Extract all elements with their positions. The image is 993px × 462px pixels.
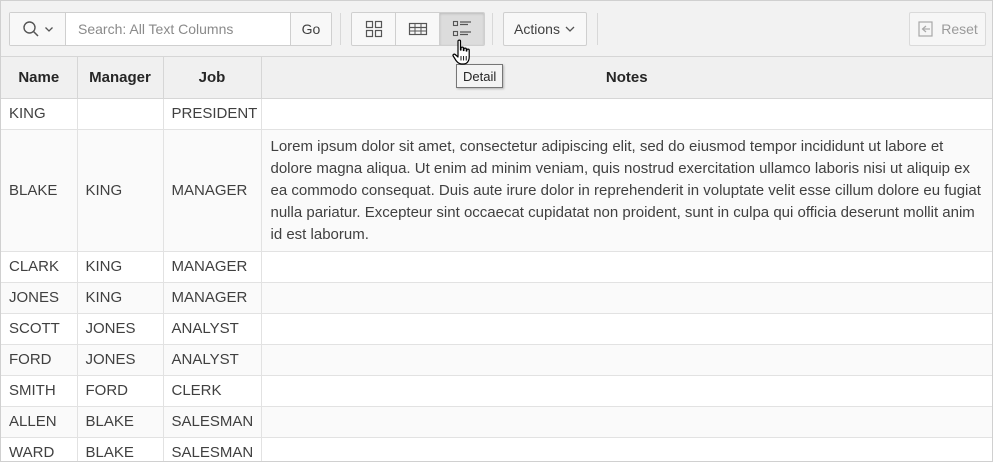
detail-tooltip: Detail bbox=[456, 64, 504, 88]
chevron-down-icon bbox=[565, 26, 575, 32]
actions-menu-button[interactable]: Actions bbox=[503, 12, 587, 46]
report-table: Name Manager Job Notes KING PRESIDENT BL… bbox=[1, 57, 992, 461]
reset-button[interactable]: Reset bbox=[909, 12, 986, 46]
cell-manager: KING bbox=[77, 282, 164, 314]
cell-manager: BLAKE bbox=[77, 406, 164, 438]
detail-list-icon bbox=[452, 20, 471, 37]
table-row: KING PRESIDENT bbox=[1, 98, 992, 130]
search-bar: Go bbox=[9, 12, 332, 46]
cell-name: CLARK bbox=[1, 251, 78, 283]
cell-name: SCOTT bbox=[1, 313, 78, 345]
cell-job: SALESMAN bbox=[163, 406, 262, 438]
cell-manager: JONES bbox=[77, 344, 164, 376]
cell-notes bbox=[261, 406, 992, 438]
table-row: SMITH FORD CLERK bbox=[1, 375, 992, 407]
search-input[interactable] bbox=[66, 13, 290, 45]
magnifier-icon bbox=[22, 21, 39, 37]
toolbar-divider bbox=[340, 13, 341, 45]
table-row: WARD BLAKE SALESMAN bbox=[1, 437, 992, 461]
table-row: JONES KING MANAGER bbox=[1, 282, 992, 314]
cell-job: MANAGER bbox=[163, 282, 262, 314]
column-header-name[interactable]: Name bbox=[1, 57, 78, 99]
cell-job: CLERK bbox=[163, 375, 262, 407]
table-icon bbox=[408, 22, 427, 36]
toolbar-divider bbox=[492, 13, 493, 45]
report-view-button[interactable] bbox=[396, 13, 440, 45]
cell-notes bbox=[261, 251, 992, 283]
table-row: BLAKE KING MANAGER Lorem ipsum dolor sit… bbox=[1, 129, 992, 252]
column-header-manager[interactable]: Manager bbox=[77, 57, 164, 99]
reset-label: Reset bbox=[941, 21, 978, 37]
grid-icon bbox=[365, 20, 382, 38]
column-header-notes[interactable]: Notes bbox=[261, 57, 992, 99]
cell-job: MANAGER bbox=[163, 129, 262, 252]
cell-notes: Lorem ipsum dolor sit amet, consectetur … bbox=[261, 129, 992, 252]
cell-name: BLAKE bbox=[1, 129, 78, 252]
table-row: FORD JONES ANALYST bbox=[1, 344, 992, 376]
cell-notes bbox=[261, 375, 992, 407]
cell-notes bbox=[261, 344, 992, 376]
column-header-job[interactable]: Job bbox=[163, 57, 262, 99]
cell-job: PRESIDENT bbox=[163, 98, 262, 130]
actions-label: Actions bbox=[514, 21, 560, 37]
cell-name: FORD bbox=[1, 344, 78, 376]
go-button[interactable]: Go bbox=[290, 13, 331, 45]
table-row: SCOTT JONES ANALYST bbox=[1, 313, 992, 345]
chevron-down-icon bbox=[44, 27, 53, 32]
cell-notes bbox=[261, 437, 992, 461]
reset-icon bbox=[918, 21, 933, 37]
cell-notes bbox=[261, 282, 992, 314]
search-column-selector[interactable] bbox=[10, 13, 66, 45]
cell-manager: KING bbox=[77, 251, 164, 283]
cell-manager bbox=[77, 98, 164, 130]
hand-pointer-icon bbox=[452, 39, 470, 65]
cell-manager: BLAKE bbox=[77, 437, 164, 461]
cell-manager: FORD bbox=[77, 375, 164, 407]
toolbar-divider bbox=[597, 13, 598, 45]
cell-name: JONES bbox=[1, 282, 78, 314]
cell-notes bbox=[261, 313, 992, 345]
cell-job: ANALYST bbox=[163, 313, 262, 345]
cell-manager: JONES bbox=[77, 313, 164, 345]
cell-name: KING bbox=[1, 98, 78, 130]
cell-job: MANAGER bbox=[163, 251, 262, 283]
cell-name: ALLEN bbox=[1, 406, 78, 438]
cell-name: SMITH bbox=[1, 375, 78, 407]
cell-name: WARD bbox=[1, 437, 78, 461]
icon-view-button[interactable] bbox=[352, 13, 396, 45]
interactive-report: Go bbox=[0, 0, 993, 462]
report-toolbar: Go bbox=[1, 1, 992, 57]
table-row: CLARK KING MANAGER bbox=[1, 251, 992, 283]
cell-manager: KING bbox=[77, 129, 164, 252]
table-row: ALLEN BLAKE SALESMAN bbox=[1, 406, 992, 438]
cell-job: SALESMAN bbox=[163, 437, 262, 461]
cell-notes bbox=[261, 98, 992, 130]
cell-job: ANALYST bbox=[163, 344, 262, 376]
